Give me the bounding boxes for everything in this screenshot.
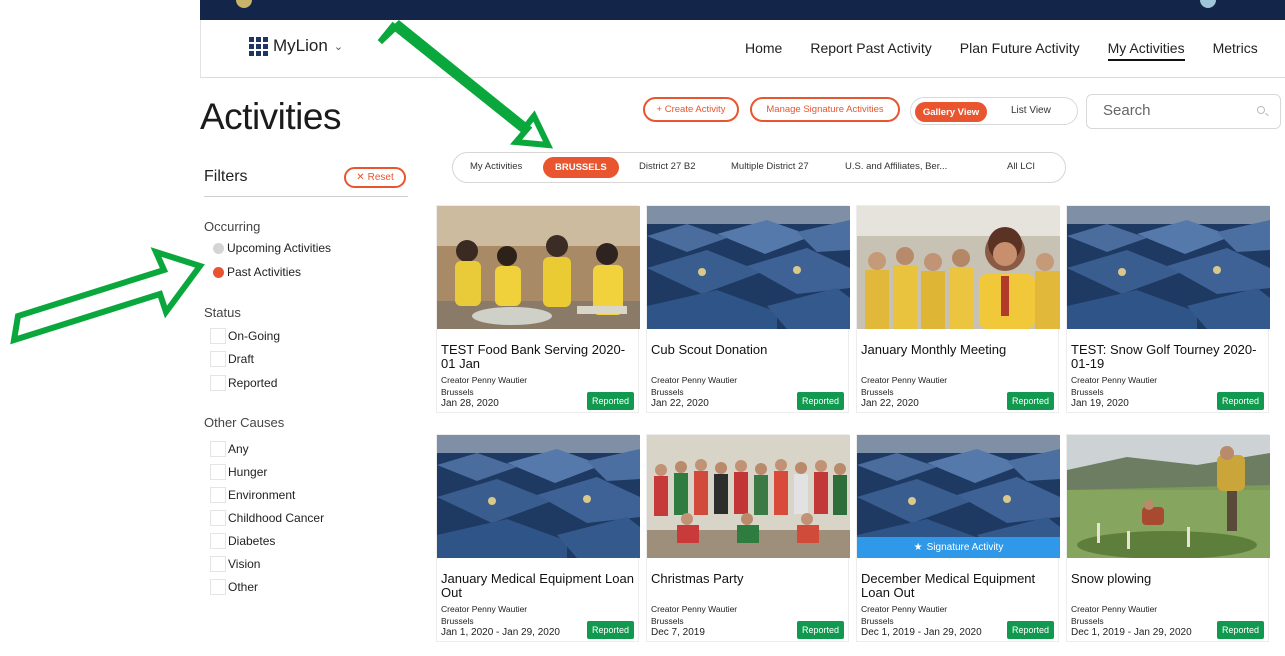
annotation-arrow-icon — [10, 247, 205, 345]
annotation-arrow-icon — [377, 20, 554, 149]
annotation-arrows — [10, 20, 554, 345]
screenshot-stage: MyLion ⌄ Home Report Past Activity Plan … — [0, 0, 1285, 656]
